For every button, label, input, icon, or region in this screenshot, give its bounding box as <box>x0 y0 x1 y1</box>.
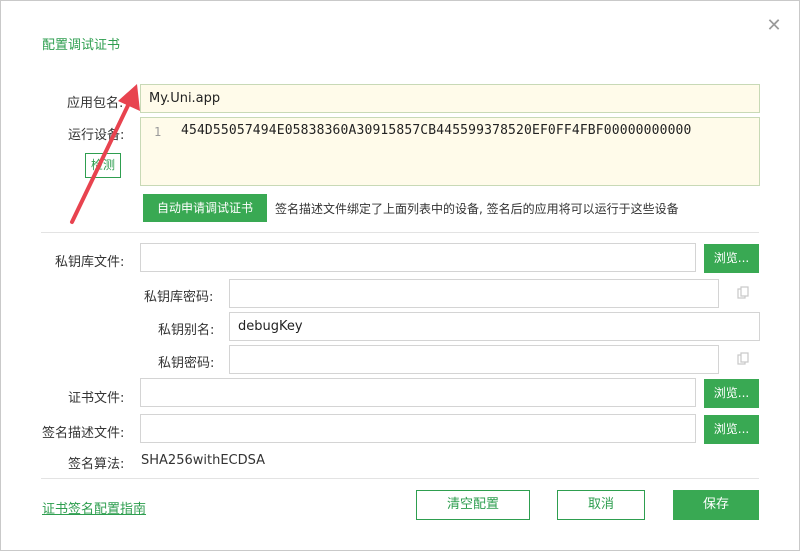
cancel-button[interactable]: 取消 <box>557 490 645 520</box>
certificate-input[interactable] <box>140 378 696 407</box>
device-id-text: 454D55057494E05838360A30915857CB44559937… <box>181 123 692 138</box>
key-password-label: 私钥密码: <box>158 356 215 371</box>
divider <box>41 478 759 479</box>
detect-button[interactable]: 检测 <box>85 153 121 178</box>
key-password-input[interactable] <box>229 345 719 374</box>
key-alias-label: 私钥别名: <box>158 323 215 338</box>
algorithm-label: 签名算法: <box>68 457 125 472</box>
app-package-label: 应用包名: <box>67 96 124 111</box>
devices-editor[interactable]: 1 454D55057494E05838360A30915857CB445599… <box>140 117 760 186</box>
divider <box>41 232 759 233</box>
copy-icon[interactable] <box>736 352 750 366</box>
line-number: 1 <box>154 125 162 139</box>
keystore-browse-button[interactable]: 浏览... <box>704 244 759 273</box>
key-alias-input[interactable] <box>229 312 760 341</box>
keystore-password-label: 私钥库密码: <box>144 290 214 305</box>
devices-label: 运行设备: <box>68 128 125 143</box>
save-button[interactable]: 保存 <box>673 490 759 520</box>
config-debug-cert-dialog: 配置调试证书 ✕ 应用包名: 运行设备: 1 454D55057494E0583… <box>0 0 800 551</box>
algorithm-value: SHA256withECDSA <box>141 453 266 468</box>
certificate-browse-button[interactable]: 浏览... <box>704 379 759 408</box>
cert-config-guide-link[interactable]: 证书签名配置指南 <box>42 498 146 517</box>
clear-config-button[interactable]: 清空配置 <box>416 490 530 520</box>
auto-apply-cert-button[interactable]: 自动申请调试证书 <box>143 194 267 222</box>
keystore-label: 私钥库文件: <box>55 255 125 270</box>
keystore-input[interactable] <box>140 243 696 272</box>
certificate-label: 证书文件: <box>68 391 125 406</box>
app-package-input[interactable] <box>140 84 760 113</box>
keystore-password-input[interactable] <box>229 279 719 308</box>
close-icon[interactable]: ✕ <box>765 17 783 35</box>
profile-browse-button[interactable]: 浏览... <box>704 415 759 444</box>
devices-hint: 签名描述文件绑定了上面列表中的设备, 签名后的应用将可以运行于这些设备 <box>275 202 679 216</box>
copy-icon[interactable] <box>736 286 750 300</box>
profile-label: 签名描述文件: <box>42 426 125 441</box>
profile-input[interactable] <box>140 414 696 443</box>
dialog-title: 配置调试证书 <box>42 38 121 53</box>
